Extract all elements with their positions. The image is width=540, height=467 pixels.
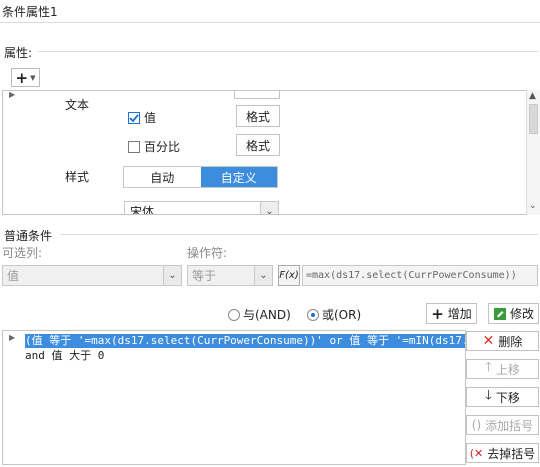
chevron-down-icon: ▼ [30,73,36,82]
or-radio[interactable]: 或(OR) [307,306,361,323]
plus-icon: + [15,68,29,87]
move-down-label: 下移 [495,390,520,405]
add-bracket-button[interactable]: () 添加括号 [466,415,539,435]
operator-label: 操作符: [187,246,228,260]
column-select-value: 值 [7,269,20,283]
close-icon: ✕ [482,333,495,349]
arrow-down-icon: 🡓 [485,388,492,403]
column-label: 可选列: [2,246,43,260]
percent-checkbox-row[interactable]: 百分比 [128,138,180,155]
font-select[interactable]: 宋体 ⌄ [124,201,279,215]
chevron-down-icon: ⌄ [260,202,278,214]
edit-icon [493,307,506,320]
move-up-button[interactable]: 🡑 上移 [466,359,539,379]
condition-row[interactable]: (值 等于 '=max(ds17.select(CurrPowerConsume… [25,334,465,348]
add-condition-label: 增加 [447,307,472,321]
modify-condition-button[interactable]: 修改 [488,303,539,324]
value-checkbox-label: 值 [144,111,157,125]
formula-icon[interactable]: F(x) [278,265,300,286]
or-radio-button[interactable] [307,308,319,321]
move-down-button[interactable]: 🡓 下移 [466,387,539,407]
value-checkbox-row[interactable]: 值 [128,109,156,126]
bracket-icon: () [471,418,482,432]
style-label: 样式 [65,170,90,184]
chevron-down-icon: ⌄ [163,266,181,285]
properties-scrollbar[interactable]: ▲ ⌄ [526,90,540,215]
format-button-top[interactable] [234,91,280,99]
condition-list[interactable]: ▶ (值 等于 '=max(ds17.select(CurrPowerConsu… [2,330,466,465]
scrollbar-thumb[interactable] [529,104,538,134]
or-radio-label: 或(OR) [322,308,362,322]
condition-row[interactable]: and 值 大于 0 [25,349,104,363]
percent-checkbox[interactable] [128,140,140,153]
properties-divider [38,51,538,52]
style-auto-option[interactable]: 自动 [124,167,201,187]
add-condition-button[interactable]: + 增加 [426,303,477,324]
formula-input[interactable]: =max(ds17.select(CurrPowerConsume)) [302,265,538,286]
properties-label: 属性: [4,46,33,60]
value-checkbox[interactable] [128,111,140,124]
scroll-up-icon[interactable]: ▲ [529,91,536,101]
expand-arrow-icon[interactable]: ▶ [9,91,15,99]
properties-panel: ▶ 文本 值 格式 百分比 格式 样式 宋体 ⌄ [2,90,540,215]
value-format-button[interactable]: 格式 [236,105,280,127]
add-property-button[interactable]: + ▼ [11,68,40,87]
remove-bracket-button[interactable]: (✕ 去掉括号 [466,443,539,463]
scroll-down-icon[interactable]: ⌄ [529,201,537,211]
operator-select-value: 等于 [192,269,217,283]
font-select-value: 宋体 [130,204,155,215]
move-up-label: 上移 [495,362,520,377]
remove-bracket-label: 去掉括号 [487,446,536,461]
chevron-down-icon: ⌄ [254,266,272,285]
expand-arrow-icon[interactable]: ▶ [9,333,15,342]
delete-button[interactable]: ✕ 删除 [466,331,539,351]
column-select[interactable]: 值 ⌄ [2,265,182,286]
percent-format-button[interactable]: 格式 [236,134,280,156]
and-radio-button[interactable] [228,308,240,321]
window-title: 条件属性1 [2,5,58,19]
style-custom-option[interactable]: 自定义 [200,167,277,187]
plus-icon: + [431,304,444,323]
arrow-up-icon: 🡑 [485,360,492,375]
condition-divider [60,234,538,235]
percent-checkbox-label: 百分比 [144,140,181,154]
and-radio-label: 与(AND) [243,308,291,322]
delete-label: 删除 [498,334,523,349]
style-segmented-control[interactable]: 自动 自定义 [123,166,278,188]
operator-select[interactable]: 等于 ⌄ [187,265,273,286]
add-bracket-label: 添加括号 [485,418,534,433]
checkmark-icon [129,113,139,122]
condition-section-label: 普通条件 [4,229,53,243]
remove-bracket-icon: (✕ [469,446,484,460]
title-divider [0,22,540,23]
modify-condition-label: 修改 [509,307,534,321]
and-radio[interactable]: 与(AND) [228,306,291,323]
text-label: 文本 [65,98,90,112]
